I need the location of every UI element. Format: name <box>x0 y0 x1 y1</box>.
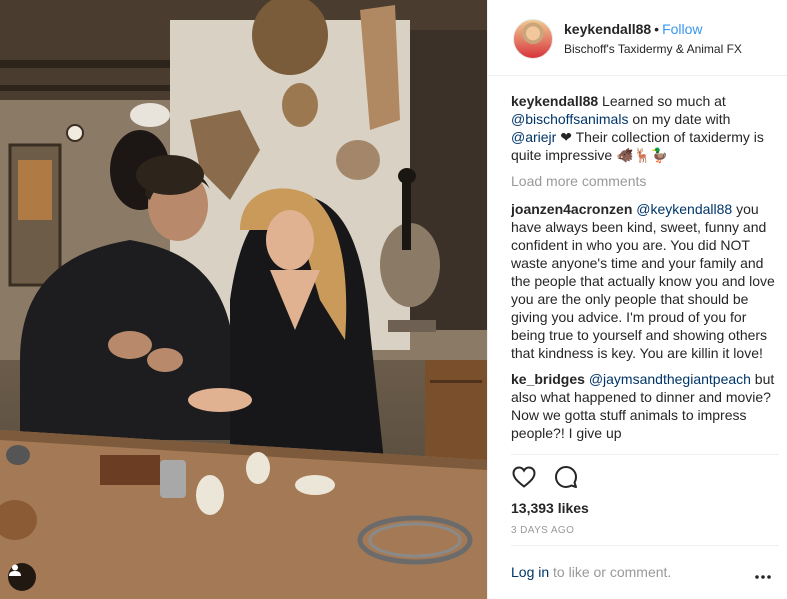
comment-username[interactable]: joanzen4acronzen <box>511 201 632 217</box>
header-user-row: keykendall88 • Follow <box>564 21 703 37</box>
caption-mention-2[interactable]: @ariejr <box>511 129 556 145</box>
caption-username[interactable]: keykendall88 <box>511 93 598 109</box>
separator-dot: • <box>654 21 660 37</box>
ellipsis-icon[interactable] <box>755 566 771 582</box>
comment-mention[interactable]: @keykendall88 <box>636 201 732 217</box>
avatar[interactable] <box>513 19 553 59</box>
list-item: ke_bridges @jaymsandthegiantpeach but al… <box>511 370 779 442</box>
post-photo[interactable] <box>0 0 487 599</box>
follow-button[interactable]: Follow <box>662 21 702 37</box>
post-header: keykendall88 • Follow Bischoff's Taxidermy… <box>488 0 787 76</box>
list-item: joanzen4acronzen @keykendall88 you have … <box>511 200 779 362</box>
likes-count[interactable]: 13,393 likes <box>511 500 589 516</box>
location-link[interactable]: Bischoff's Taxidermy & Animal FX <box>564 42 742 56</box>
comment-username[interactable]: ke_bridges <box>511 371 585 387</box>
post-timestamp: 3 DAYS AGO <box>511 525 575 536</box>
load-more-comments-button[interactable]: Load more comments <box>511 172 779 190</box>
login-text: to like or comment. <box>549 564 672 580</box>
header-username[interactable]: keykendall88 <box>564 21 651 37</box>
speech-bubble-icon[interactable] <box>553 464 579 490</box>
comment-text: you have always been kind, sweet, funny … <box>511 201 775 361</box>
caption: keykendall88 Learned so much at @bischof… <box>511 92 779 164</box>
login-link[interactable]: Log in <box>511 564 549 580</box>
caption-text-1: Learned so much at <box>598 93 726 109</box>
tagged-user-icon[interactable] <box>8 563 36 591</box>
heart-outline-icon[interactable] <box>511 464 537 490</box>
post-photo-illustration <box>0 0 487 599</box>
login-prompt: Log in to like or comment. <box>511 564 779 580</box>
caption-text-2: on my date with <box>628 111 731 127</box>
comments-list: keykendall88 Learned so much at @bischof… <box>511 92 779 454</box>
comment-mention[interactable]: @jaymsandthegiantpeach <box>589 371 751 387</box>
action-bar <box>511 464 579 492</box>
caption-mention-1[interactable]: @bischoffsanimals <box>511 111 628 127</box>
divider <box>511 545 779 546</box>
divider <box>511 454 779 455</box>
post-side-panel: keykendall88 • Follow Bischoff's Taxidermy… <box>487 0 787 599</box>
